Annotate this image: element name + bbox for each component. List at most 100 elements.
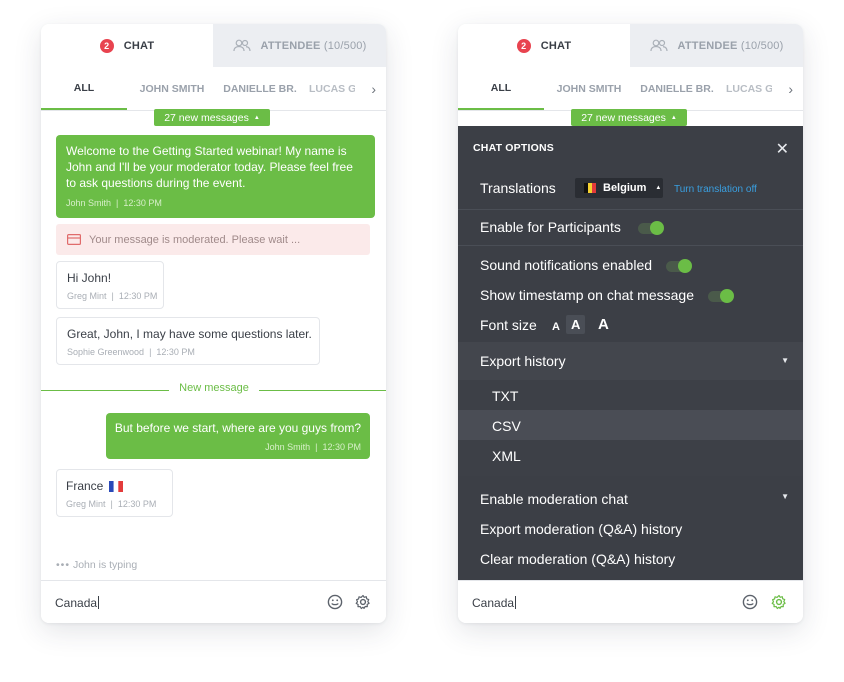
message-input-bar: Canada — [458, 580, 803, 623]
message-text: Welcome to the Getting Started webinar! … — [66, 144, 353, 190]
language-value: Belgium — [603, 182, 647, 194]
options-title: CHAT OPTIONS — [473, 142, 554, 154]
tab-attendee[interactable]: ATTENDEE (10/500) — [630, 24, 803, 67]
export-option-xml[interactable]: XML — [458, 440, 803, 476]
people-icon — [649, 39, 668, 52]
tab-chat[interactable]: 2 CHAT — [458, 24, 630, 67]
typing-dots-icon: ••• — [56, 559, 71, 571]
new-messages-pill[interactable]: 27 new messages ▲ — [154, 109, 270, 126]
enable-moderation-label: Enable moderation chat — [480, 491, 628, 507]
tab-chat[interactable]: 2 CHAT — [41, 24, 213, 67]
show-timestamp-label: Show timestamp on chat message — [480, 287, 694, 303]
subtab-lucas[interactable]: LUCAS GR — [720, 67, 772, 110]
translations-label: Translations — [480, 180, 556, 196]
font-size-medium-button[interactable]: A — [566, 315, 586, 334]
new-messages-label: 27 new messages — [581, 111, 666, 124]
message-author: John Smith — [265, 442, 311, 452]
caret-up-icon: ▲ — [253, 114, 260, 121]
subtab-all[interactable]: ALL — [458, 67, 544, 110]
caret-down-icon: ▼ — [781, 492, 789, 501]
recipient-tabs: ALL JOHN SMITH DANIELLE BR. LUCAS GR — [41, 67, 386, 111]
message-text-row: France — [66, 479, 172, 493]
gear-icon[interactable] — [355, 594, 371, 610]
export-history-label: Export history — [480, 353, 566, 369]
unread-badge: 2 — [516, 38, 531, 53]
divider — [458, 245, 803, 246]
gear-icon[interactable] — [771, 594, 787, 610]
sound-notifications-label: Sound notifications enabled — [480, 257, 653, 273]
export-history-header[interactable]: Export history ▼ — [458, 342, 803, 380]
chevron-right-icon[interactable]: › — [788, 81, 793, 97]
clear-moderation-label: Clear moderation (Q&A) history — [480, 551, 676, 567]
message-bubble: Hi John! Greg Mint | 12:30 PM — [56, 261, 164, 309]
moderated-text: Your message is moderated. Please wait .… — [89, 233, 301, 246]
tab-attendee-label: ATTENDEE — [260, 39, 321, 52]
chat-panel-left: 2 CHAT ATTENDEE (10/500) ALL JOHN SMITH … — [41, 24, 386, 623]
emoji-icon[interactable] — [742, 594, 758, 610]
export-moderation-label: Export moderation (Q&A) history — [480, 521, 683, 537]
export-option-label: TXT — [492, 388, 519, 404]
enable-participants-label: Enable for Participants — [480, 219, 621, 235]
message-text: Hi John! — [67, 271, 112, 285]
card-icon — [67, 234, 81, 245]
new-message-label: New message — [169, 382, 259, 394]
attendee-count: (10/500) — [323, 39, 367, 52]
close-icon[interactable]: ✕ — [776, 139, 789, 159]
subtab-all[interactable]: ALL — [41, 67, 127, 110]
flag-france-icon — [109, 480, 124, 492]
message-meta: Greg Mint | 12:30 PM — [67, 291, 158, 301]
caret-down-icon: ▼ — [781, 356, 789, 365]
chat-options-menu: CHAT OPTIONS ✕ Translations Belgium ▲ Tu… — [458, 126, 803, 580]
text-caret — [98, 596, 100, 609]
caret-up-icon: ▲ — [670, 114, 677, 121]
message-input[interactable]: Canada — [55, 596, 100, 610]
subtab-john-smith[interactable]: JOHN SMITH — [544, 67, 634, 110]
typing-text: John is typing — [72, 559, 138, 571]
sound-notifications-toggle[interactable] — [666, 259, 692, 273]
message-input[interactable]: Canada — [472, 596, 517, 610]
show-timestamp-toggle[interactable] — [708, 289, 734, 303]
subtab-john-smith[interactable]: JOHN SMITH — [127, 67, 217, 110]
unread-badge: 2 — [99, 38, 114, 53]
subtab-lucas[interactable]: LUCAS GR — [303, 67, 355, 110]
tab-attendee[interactable]: ATTENDEE (10/500) — [213, 24, 386, 67]
message-meta: John Smith | 12:30 PM — [265, 442, 361, 452]
subtab-danielle[interactable]: DANIELLE BR. — [634, 67, 720, 110]
language-select[interactable]: Belgium ▲ — [575, 178, 663, 198]
message-author: John Smith — [66, 198, 112, 208]
caret-up-icon: ▲ — [655, 185, 662, 191]
message-input-bar: Canada — [41, 580, 386, 623]
message-text: But before we start, where are you guys … — [114, 421, 361, 435]
emoji-icon[interactable] — [327, 594, 343, 610]
message-bubble: Great, John, I may have some questions l… — [56, 317, 320, 365]
chevron-right-icon[interactable]: › — [371, 81, 376, 97]
export-option-csv[interactable]: CSV — [458, 410, 803, 440]
export-option-label: XML — [492, 448, 521, 464]
message-author: Sophie Greenwood — [67, 347, 145, 357]
attendee-count: (10/500) — [740, 39, 784, 52]
export-option-label: CSV — [492, 418, 521, 434]
new-messages-label: 27 new messages — [164, 111, 249, 124]
tab-attendee-label: ATTENDEE — [677, 39, 738, 52]
divider — [458, 209, 803, 210]
export-option-txt[interactable]: TXT — [458, 380, 803, 410]
font-size-large-button[interactable]: A — [598, 316, 609, 333]
turn-translation-off-link[interactable]: Turn translation off — [674, 184, 757, 195]
message-text: Great, John, I may have some questions l… — [67, 327, 312, 341]
message-author: Greg Mint — [66, 499, 106, 509]
flag-belgium-icon — [584, 183, 596, 193]
font-size-small-button[interactable]: A — [552, 321, 560, 333]
text-caret — [515, 596, 517, 609]
message-bubble: France Greg Mint | 12:30 PM — [56, 469, 173, 517]
new-messages-pill[interactable]: 27 new messages ▲ — [571, 109, 687, 126]
typing-indicator: ••• John is typing — [56, 559, 137, 571]
subtab-danielle[interactable]: DANIELLE BR. — [217, 67, 303, 110]
message-time: 12:30 PM — [123, 198, 162, 208]
message-time: 12:30 PM — [322, 442, 361, 452]
enable-participants-toggle[interactable] — [638, 221, 664, 235]
recipient-tabs: ALL JOHN SMITH DANIELLE BR. LUCAS GR — [458, 67, 803, 111]
message-time: 12:30 PM — [117, 499, 157, 509]
toggle-knob — [720, 289, 734, 303]
message-input-value: Canada — [55, 596, 98, 610]
message-meta: Sophie Greenwood | 12:30 PM — [67, 347, 195, 357]
